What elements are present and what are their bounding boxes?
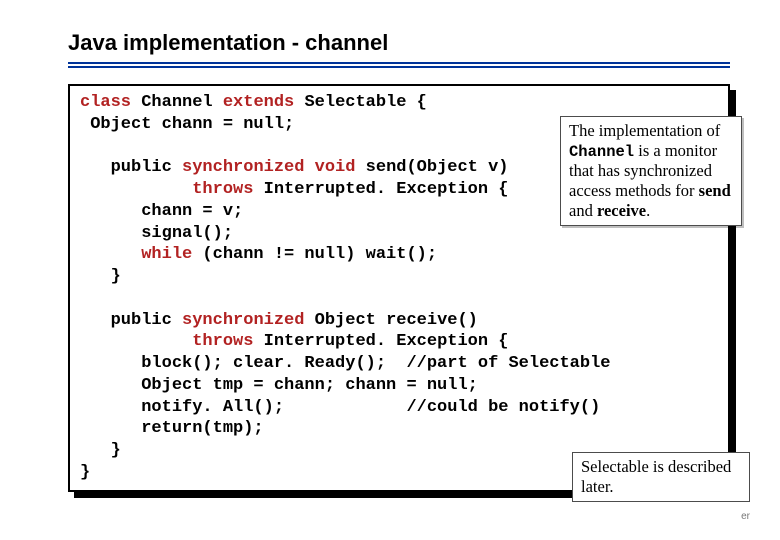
code-line: Object chann = null; xyxy=(80,115,294,134)
code-text: Object receive() xyxy=(304,311,477,330)
code-text: public xyxy=(80,158,182,177)
note-text: Selectable is described later. xyxy=(581,457,731,496)
annotation-channel: The implementation of Channel is a monit… xyxy=(560,116,742,226)
annotation-selectable: Selectable is described later. xyxy=(572,452,750,502)
slide-title: Java implementation - channel xyxy=(68,30,730,56)
code-line: return(tmp); xyxy=(80,419,264,438)
kw-throws: throws xyxy=(80,180,253,199)
kw-while: while xyxy=(80,245,192,264)
note-bold: send xyxy=(699,181,731,200)
code-text: Selectable { xyxy=(294,93,427,112)
code-line: } xyxy=(80,267,121,286)
code-text: (chann != null) wait(); xyxy=(192,245,437,264)
note-text: The implementation of xyxy=(569,121,720,140)
code-text: Interrupted. Exception { xyxy=(253,180,508,199)
kw-throws: throws xyxy=(80,332,253,351)
code-line: } xyxy=(80,441,121,460)
code-line: block(); clear. Ready(); //part of Selec… xyxy=(80,354,611,373)
kw-sync-void: synchronized void xyxy=(182,158,355,177)
code-line: chann = v; xyxy=(80,202,243,221)
code-line: notify. All(); //could be notify() xyxy=(80,398,600,417)
code-text: send(Object v) xyxy=(355,158,508,177)
code-text: Channel xyxy=(131,93,223,112)
code-text: Interrupted. Exception { xyxy=(253,332,508,351)
code-line: } xyxy=(80,463,90,482)
code-line: Object tmp = chann; chann = null; xyxy=(80,376,478,395)
footer-fragment: er xyxy=(741,511,750,522)
kw-class: class xyxy=(80,93,131,112)
code-text: public xyxy=(80,311,182,330)
kw-extends: extends xyxy=(223,93,294,112)
code-line: signal(); xyxy=(80,224,233,243)
kw-sync: synchronized xyxy=(182,311,304,330)
note-text: and xyxy=(569,201,597,220)
note-bold: receive xyxy=(597,201,646,220)
note-text: . xyxy=(646,201,650,220)
note-mono: Channel xyxy=(569,143,634,161)
divider xyxy=(68,62,730,68)
